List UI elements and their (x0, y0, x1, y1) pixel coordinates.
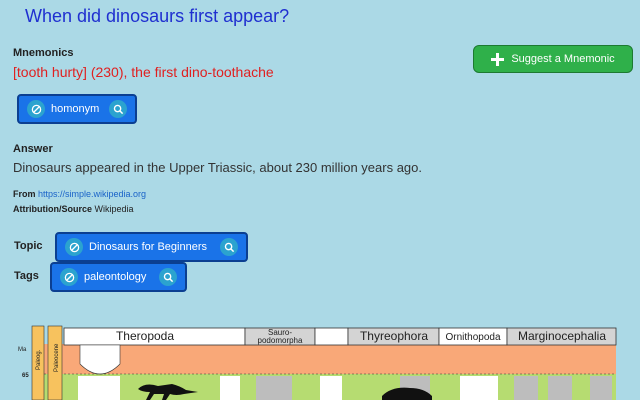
header-blank (314, 327, 349, 346)
mnemonics-label: Mnemonics (13, 47, 74, 59)
tags-chip-label: paleontology (84, 271, 147, 283)
side-label-paleocene: Paleocene (54, 343, 60, 372)
ban-icon[interactable] (60, 268, 78, 286)
tick-label-65: 65 (22, 373, 29, 379)
group-theropoda: Theropoda (116, 329, 174, 343)
group-sauropodomorpha-line2: podomorpha (258, 336, 303, 345)
plus-icon (491, 52, 505, 66)
sauropodomorpha-bar (256, 376, 292, 400)
from-label: From (13, 189, 36, 199)
homonym-chip[interactable]: homonym (17, 94, 137, 124)
question-title: When did dinosaurs first appear? (25, 6, 290, 26)
group-ornithopoda: Ornithopoda (445, 332, 500, 343)
marginocephalia-bar-1 (514, 376, 538, 400)
suggest-mnemonic-label: Suggest a Mnemonic (511, 53, 615, 65)
search-icon[interactable] (159, 268, 177, 286)
topic-label: Topic (14, 240, 43, 252)
ma-label: Ma (18, 347, 27, 353)
sauropod-bar (220, 376, 240, 400)
marginocephalia-bar-3 (590, 376, 612, 400)
suggest-mnemonic-button[interactable]: Suggest a Mnemonic (473, 45, 633, 73)
theropoda-bar (78, 376, 120, 400)
marginocephalia-bar-2 (548, 376, 572, 400)
topic-chip-label: Dinosaurs for Beginners (89, 241, 208, 253)
dinosaur-phylogeny-figure: Paleog. Paleocene Ma 65 Theropoda Sauro-… (18, 325, 617, 400)
answer-label: Answer (13, 143, 53, 155)
mnemonic-text: [tooth hurty] (230), the first dino-toot… (13, 64, 274, 80)
blank-bar (320, 376, 342, 400)
group-marginocephalia: Marginocephalia (518, 329, 606, 343)
search-icon[interactable] (220, 238, 238, 256)
topic-chip[interactable]: Dinosaurs for Beginners (55, 232, 248, 262)
attribution-value: Wikipedia (94, 204, 134, 214)
side-label-paleog: Paleog. (36, 349, 42, 370)
source-from: From https://simple.wikipedia.org (13, 189, 146, 199)
attribution-label: Attribution/Source (13, 204, 92, 214)
search-icon[interactable] (109, 100, 127, 118)
ban-icon[interactable] (27, 100, 45, 118)
source-attribution: Attribution/Source Wikipedia (13, 204, 134, 214)
group-thyreophora: Thyreophora (360, 329, 428, 343)
homonym-chip-label: homonym (51, 103, 100, 115)
tags-chip[interactable]: paleontology (50, 262, 187, 292)
answer-text: Dinosaurs appeared in the Upper Triassic… (13, 160, 423, 175)
tags-label: Tags (14, 270, 39, 282)
ornithopoda-bar (460, 376, 498, 400)
ban-icon[interactable] (65, 238, 83, 256)
source-link[interactable]: https://simple.wikipedia.org (38, 189, 146, 199)
